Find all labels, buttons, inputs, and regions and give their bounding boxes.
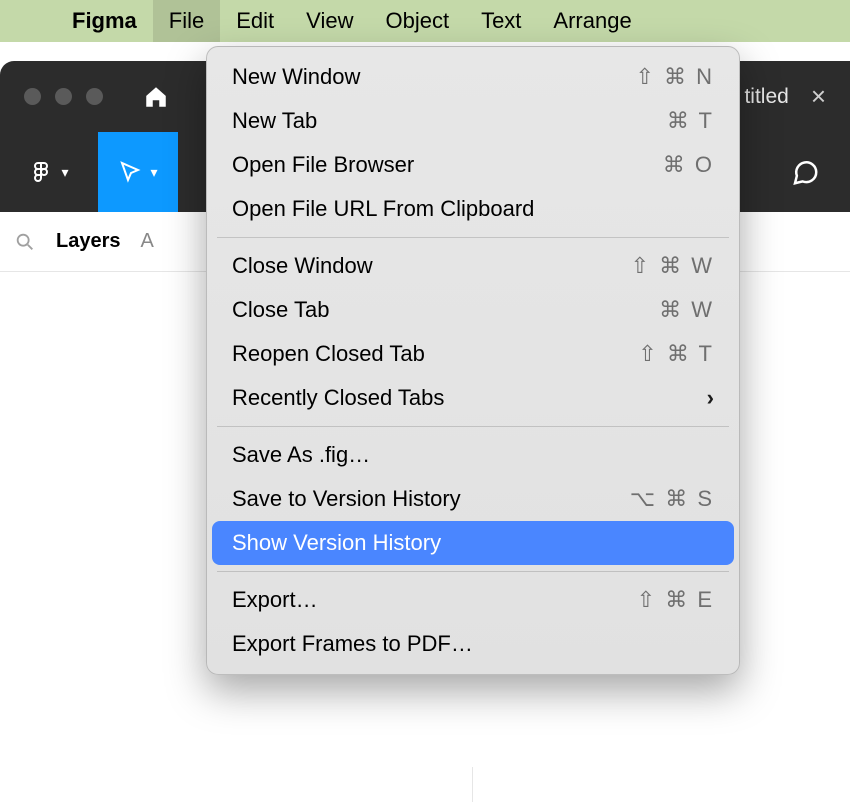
menu-shortcut: ⇧ ⌘ E xyxy=(637,587,714,613)
menu-item[interactable]: Reopen Closed Tab ⇧ ⌘ T xyxy=(212,332,734,376)
menu-shortcut: ⌘ W xyxy=(659,297,714,323)
move-tool-button[interactable]: ▾ xyxy=(98,132,178,212)
comment-icon xyxy=(790,157,820,187)
menu-item[interactable]: Export Frames to PDF… xyxy=(212,622,734,666)
menubar-item-text[interactable]: Text xyxy=(465,0,537,42)
menu-item-label: Save As .fig… xyxy=(232,442,370,468)
figma-logo-icon xyxy=(29,160,53,184)
menu-item-label: Close Window xyxy=(232,253,373,279)
menu-item-label: Export Frames to PDF… xyxy=(232,631,473,657)
file-tab-name: titled xyxy=(744,85,788,109)
chevron-down-icon: ▾ xyxy=(150,164,157,181)
menu-separator xyxy=(217,571,729,572)
menu-item-label: New Window xyxy=(232,64,360,90)
main-menu-button[interactable]: ▾ xyxy=(0,132,98,212)
menu-shortcut: ⌥ ⌘ S xyxy=(630,486,714,512)
menu-item[interactable]: Close Window ⇧ ⌘ W xyxy=(212,244,734,288)
tab-assets[interactable]: A xyxy=(141,230,154,253)
menu-shortcut: ⌘ O xyxy=(663,152,714,178)
menu-shortcut: ⇧ ⌘ T xyxy=(638,341,714,367)
menubar-item-edit[interactable]: Edit xyxy=(220,0,290,42)
comment-tool-button[interactable] xyxy=(790,157,850,187)
menu-item[interactable]: Recently Closed Tabs › xyxy=(212,376,734,420)
menubar-item-arrange[interactable]: Arrange xyxy=(537,0,647,42)
traffic-close-icon[interactable] xyxy=(24,88,41,105)
tab-close-icon[interactable]: × xyxy=(811,81,826,112)
menu-item[interactable]: Open File URL From Clipboard xyxy=(212,187,734,231)
menu-item[interactable]: Open File Browser ⌘ O xyxy=(212,143,734,187)
menu-item-label: Export… xyxy=(232,587,318,613)
cursor-icon xyxy=(118,160,142,184)
menu-item-label: Recently Closed Tabs xyxy=(232,385,444,411)
menu-item-label: Show Version History xyxy=(232,530,441,556)
search-icon[interactable] xyxy=(14,231,36,253)
menu-item[interactable]: Save to Version History ⌥ ⌘ S xyxy=(212,477,734,521)
tab-layers[interactable]: Layers xyxy=(56,230,121,253)
menu-item-label: Close Tab xyxy=(232,297,329,323)
menu-shortcut: ⇧ ⌘ W xyxy=(631,253,714,279)
menubar-item-view[interactable]: View xyxy=(290,0,369,42)
window-controls[interactable] xyxy=(24,88,103,105)
menu-item[interactable]: Close Tab ⌘ W xyxy=(212,288,734,332)
home-tab-icon[interactable] xyxy=(143,84,169,110)
menu-item-label: Open File Browser xyxy=(232,152,414,178)
mac-menubar: Figma File Edit View Object Text Arrange xyxy=(0,0,850,42)
file-menu-dropdown: New Window ⇧ ⌘ N New Tab ⌘ T Open File Brows… xyxy=(206,46,740,675)
menu-item-label: New Tab xyxy=(232,108,317,134)
menu-item[interactable]: New Window ⇧ ⌘ N xyxy=(212,55,734,99)
menu-separator xyxy=(217,426,729,427)
menubar-item-object[interactable]: Object xyxy=(369,0,465,42)
menubar-app-name[interactable]: Figma xyxy=(56,0,153,42)
menu-item[interactable]: Show Version History xyxy=(212,521,734,565)
traffic-minimize-icon[interactable] xyxy=(55,88,72,105)
traffic-zoom-icon[interactable] xyxy=(86,88,103,105)
menubar-item-file[interactable]: File xyxy=(153,0,220,42)
menu-separator xyxy=(217,237,729,238)
menu-item[interactable]: New Tab ⌘ T xyxy=(212,99,734,143)
chevron-down-icon: ▾ xyxy=(61,164,68,181)
menu-item[interactable]: Save As .fig… xyxy=(212,433,734,477)
panel-divider[interactable] xyxy=(472,767,473,802)
menu-item-label: Open File URL From Clipboard xyxy=(232,196,534,222)
menu-item[interactable]: Export… ⇧ ⌘ E xyxy=(212,578,734,622)
file-tab[interactable]: titled × xyxy=(744,81,850,112)
menu-shortcut: ⌘ T xyxy=(667,108,714,134)
menu-item-label: Save to Version History xyxy=(232,486,461,512)
menu-item-label: Reopen Closed Tab xyxy=(232,341,425,367)
chevron-right-icon: › xyxy=(707,385,714,411)
menu-shortcut: ⇧ ⌘ N xyxy=(635,64,714,90)
